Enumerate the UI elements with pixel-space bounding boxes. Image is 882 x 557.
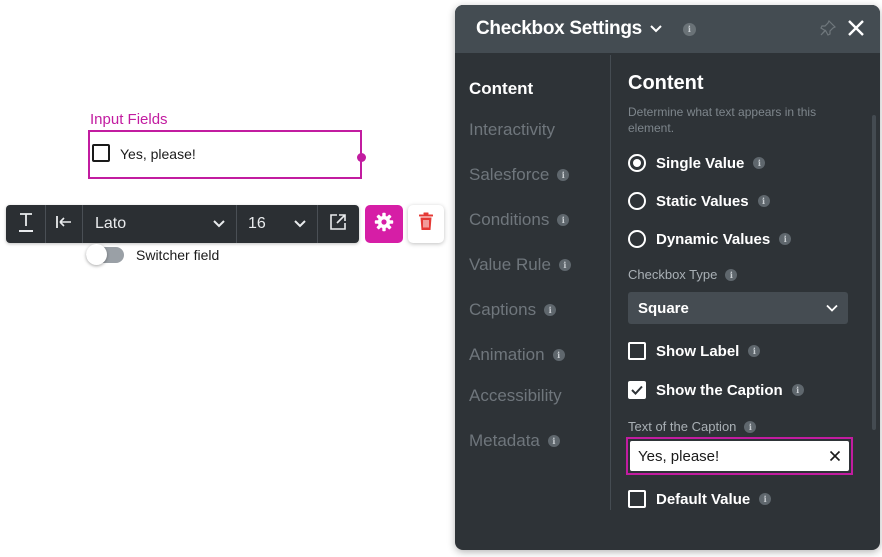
input-value: Yes, please! xyxy=(638,447,720,465)
delete-button[interactable] xyxy=(408,205,444,243)
tab-label: Value Rule xyxy=(469,255,551,274)
radio-static-values[interactable]: Static Values i xyxy=(628,192,770,210)
checkbox[interactable] xyxy=(628,490,646,508)
info-icon[interactable]: i xyxy=(757,195,770,207)
default-value-checkbox[interactable]: Default Value i xyxy=(628,490,772,508)
checkbox-type-select[interactable]: Square xyxy=(628,292,848,324)
close-icon[interactable] xyxy=(846,18,866,43)
info-icon[interactable]: i xyxy=(725,268,738,281)
checkbox-label: Default Value xyxy=(656,490,751,508)
chevron-down-icon xyxy=(212,219,226,229)
tab-content[interactable]: Content xyxy=(469,79,533,99)
info-icon[interactable]: i xyxy=(547,435,560,447)
radio-single-value[interactable]: Single Value i xyxy=(628,154,766,172)
content-description: Determine what text appears in this elem… xyxy=(628,105,817,135)
info-icon[interactable]: i xyxy=(552,349,565,361)
tab-label: Interactivity xyxy=(469,120,555,139)
switcher-toggle[interactable] xyxy=(86,244,124,265)
radio-button[interactable] xyxy=(628,192,646,210)
tab-label: Content xyxy=(469,79,534,98)
open-external-icon xyxy=(329,213,347,236)
checkbox-element[interactable]: Yes, please! xyxy=(88,130,366,179)
element-toolbar: Lato 16 xyxy=(6,205,359,243)
font-family-value: Lato xyxy=(95,215,127,232)
gear-icon xyxy=(374,212,394,237)
info-icon[interactable]: i xyxy=(558,259,571,271)
tab-metadata[interactable]: Metadata i xyxy=(469,431,560,451)
chevron-down-icon xyxy=(826,304,838,312)
resize-handle[interactable] xyxy=(357,153,366,162)
panel-title[interactable]: Checkbox Settings xyxy=(476,18,642,40)
chevron-down-icon[interactable] xyxy=(649,24,663,34)
tab-label: Animation xyxy=(469,345,545,364)
info-icon[interactable]: i xyxy=(544,304,557,316)
tab-value-rule[interactable]: Value Rule i xyxy=(469,255,571,275)
scrollbar[interactable] xyxy=(872,115,876,430)
text-style-button[interactable] xyxy=(6,205,46,243)
trash-icon xyxy=(418,212,434,236)
switcher-field[interactable]: Switcher field xyxy=(86,244,220,265)
info-icon[interactable]: i xyxy=(753,157,766,169)
text-underline-icon xyxy=(18,211,34,238)
tab-label: Conditions xyxy=(469,210,550,229)
canvas-checkbox[interactable] xyxy=(92,144,110,162)
align-left-bar-icon xyxy=(55,214,73,235)
checkmark-icon xyxy=(631,385,643,395)
checkbox-caption: Yes, please! xyxy=(120,146,196,162)
switcher-label: Switcher field xyxy=(136,247,220,263)
clear-icon[interactable] xyxy=(829,450,841,462)
show-caption-checkbox[interactable]: Show the Caption i xyxy=(628,381,804,399)
content-heading: Content xyxy=(628,72,704,94)
checkbox-label: Show the Caption xyxy=(656,381,783,399)
tab-label: Metadata xyxy=(469,431,540,450)
field-label-text: Checkbox Type xyxy=(628,267,718,282)
radio-label: Dynamic Values xyxy=(656,230,771,248)
panel-header: Checkbox Settings i xyxy=(455,5,880,53)
font-family-select[interactable]: Lato xyxy=(83,205,237,243)
chevron-down-icon xyxy=(293,219,307,229)
settings-button[interactable] xyxy=(365,205,403,243)
checkbox[interactable] xyxy=(628,381,646,399)
tab-label: Captions xyxy=(469,300,537,319)
tab-accessibility[interactable]: Accessibility xyxy=(469,386,562,406)
radio-button[interactable] xyxy=(628,154,646,172)
field-label-text: Text of the Caption xyxy=(628,419,737,434)
info-icon[interactable]: i xyxy=(791,384,804,396)
radio-button[interactable] xyxy=(628,230,646,248)
nav-divider xyxy=(610,55,611,510)
section-label: Input Fields xyxy=(90,111,168,128)
tab-conditions[interactable]: Conditions i xyxy=(469,210,570,230)
checkbox[interactable] xyxy=(628,342,646,360)
info-icon[interactable]: i xyxy=(748,345,761,357)
checkbox-label: Show Label xyxy=(656,342,740,360)
radio-label: Static Values xyxy=(656,192,749,210)
checkbox-settings-panel: Checkbox Settings i Content Interactivit… xyxy=(455,5,880,550)
info-icon[interactable]: i xyxy=(759,493,772,505)
tab-label: Accessibility xyxy=(469,386,562,405)
caption-input-highlight: Yes, please! xyxy=(626,437,853,475)
caption-text-label: Text of the Caption i xyxy=(628,419,757,434)
caption-text-input[interactable]: Yes, please! xyxy=(630,441,849,471)
info-icon[interactable]: i xyxy=(779,233,792,245)
tab-interactivity[interactable]: Interactivity xyxy=(469,120,555,140)
show-label-checkbox[interactable]: Show Label i xyxy=(628,342,761,360)
tab-salesforce[interactable]: Salesforce i xyxy=(469,165,570,185)
font-size-select[interactable]: 16 xyxy=(237,205,318,243)
radio-dynamic-values[interactable]: Dynamic Values i xyxy=(628,230,792,248)
info-icon[interactable]: i xyxy=(557,214,570,226)
pin-icon[interactable] xyxy=(820,19,837,41)
select-value: Square xyxy=(638,299,689,317)
info-icon[interactable]: i xyxy=(744,420,757,433)
font-size-value: 16 xyxy=(248,215,266,232)
open-external-button[interactable] xyxy=(318,205,358,243)
tab-label: Salesforce xyxy=(469,165,550,184)
align-button[interactable] xyxy=(46,205,83,243)
radio-label: Single Value xyxy=(656,154,745,172)
switcher-knob xyxy=(86,244,107,265)
info-icon[interactable]: i xyxy=(682,22,696,36)
info-icon[interactable]: i xyxy=(557,169,570,181)
checkbox-type-label: Checkbox Type i xyxy=(628,267,738,282)
tab-captions[interactable]: Captions i xyxy=(469,300,557,320)
tab-animation[interactable]: Animation i xyxy=(469,345,565,365)
